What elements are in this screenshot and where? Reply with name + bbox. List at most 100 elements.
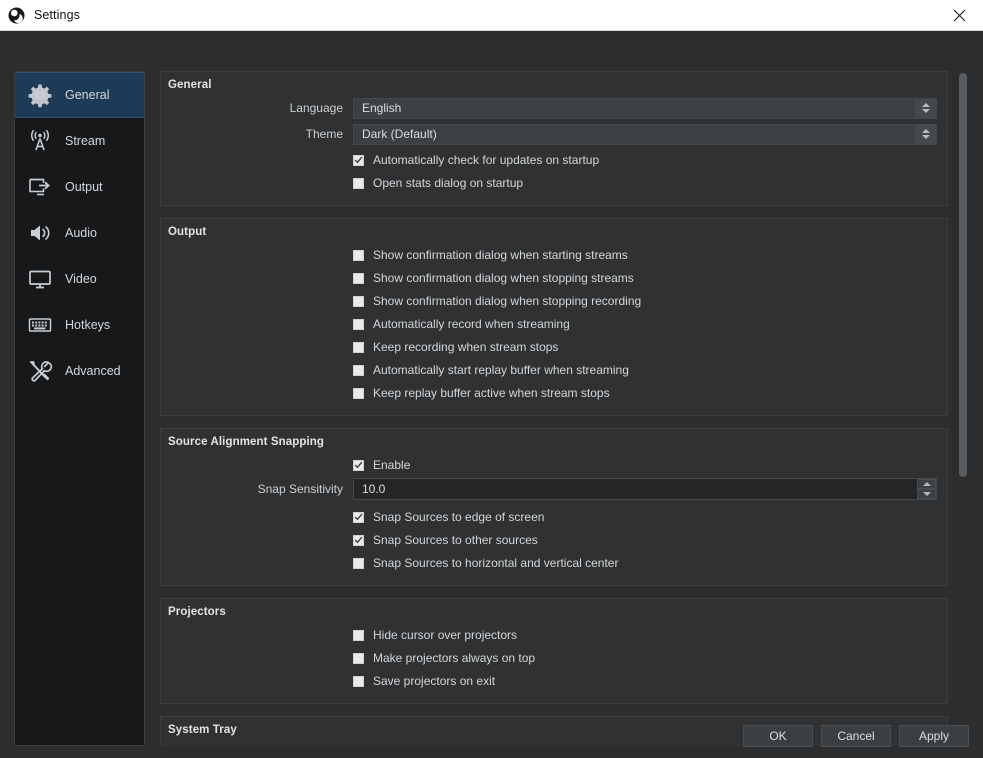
snap-sensitivity-row: Snap Sensitivity 10.0	[167, 477, 937, 501]
language-row: Language English	[167, 97, 937, 119]
scrollbar-thumb[interactable]	[959, 73, 967, 477]
close-icon[interactable]	[936, 0, 983, 30]
chevron-updown-icon[interactable]	[915, 124, 936, 144]
group-source-alignment-snapping: Source Alignment Snapping Enable Snap Se…	[160, 428, 948, 586]
theme-label: Theme	[305, 127, 343, 141]
checkbox-snap-other-sources[interactable]	[353, 534, 364, 546]
checkbox-confirm-start-stream[interactable]	[353, 249, 364, 261]
checkbox-auto-record-streaming[interactable]	[353, 318, 364, 330]
vertical-scrollbar[interactable]	[957, 71, 969, 746]
checkbox-snap-edge-of-screen[interactable]	[353, 511, 364, 523]
checkbox-hide-cursor[interactable]	[353, 629, 364, 641]
checkbox-label[interactable]: Show confirmation dialog when starting s…	[373, 248, 628, 262]
checkbox-row: Show confirmation dialog when stopping s…	[167, 267, 937, 289]
checkbox-label[interactable]: Automatically check for updates on start…	[373, 153, 599, 167]
snap-sensitivity-value: 10.0	[362, 482, 386, 496]
checkbox-row: Show confirmation dialog when stopping r…	[167, 290, 937, 312]
tools-icon	[26, 357, 54, 385]
sidebar-item-general[interactable]: General	[15, 72, 144, 118]
checkbox-label[interactable]: Snap Sources to edge of screen	[373, 510, 544, 524]
theme-value: Dark (Default)	[362, 127, 437, 141]
sidebar-item-label: Stream	[65, 134, 106, 148]
chevron-updown-icon[interactable]	[915, 98, 936, 118]
checkbox-row: Enable	[167, 454, 937, 476]
checkbox-confirm-stop-recording[interactable]	[353, 295, 364, 307]
checkbox-confirm-stop-stream[interactable]	[353, 272, 364, 284]
checkbox-snapping-enable[interactable]	[353, 459, 364, 471]
sidebar-item-label: Audio	[65, 226, 97, 240]
checkbox-label[interactable]: Show confirmation dialog when stopping s…	[373, 271, 634, 285]
checkbox-projectors-always-on-top[interactable]	[353, 652, 364, 664]
theme-select[interactable]: Dark (Default)	[353, 123, 937, 145]
snap-sensitivity-label: Snap Sensitivity	[257, 482, 343, 496]
checkbox-label[interactable]: Open stats dialog on startup	[373, 176, 523, 190]
settings-dialog: General Stream Output Audio Video Hotkey…	[0, 31, 983, 758]
checkbox-row: Keep replay buffer active when stream st…	[167, 382, 937, 404]
checkbox-row: Automatically start replay buffer when s…	[167, 359, 937, 381]
sidebar-item-advanced[interactable]: Advanced	[15, 348, 144, 394]
checkbox-label[interactable]: Snap Sources to horizontal and vertical …	[373, 556, 618, 570]
language-value: English	[362, 101, 402, 115]
checkbox-open-stats[interactable]	[353, 177, 364, 189]
checkbox-auto-replay-buffer[interactable]	[353, 364, 364, 376]
checkbox-row: Open stats dialog on startup	[167, 172, 937, 194]
group-title: Projectors	[168, 606, 226, 618]
checkbox-label[interactable]: Automatically record when streaming	[373, 317, 570, 331]
sidebar-item-label: Output	[65, 180, 103, 194]
checkbox-label[interactable]: Hide cursor over projectors	[373, 628, 517, 642]
broadcast-icon	[26, 127, 54, 155]
spinner-buttons[interactable]	[917, 479, 936, 499]
sidebar-item-output[interactable]: Output	[15, 164, 144, 210]
checkbox-snap-center[interactable]	[353, 557, 364, 569]
checkbox-keep-recording[interactable]	[353, 341, 364, 353]
checkbox-row: Show confirmation dialog when starting s…	[167, 244, 937, 266]
checkbox-label[interactable]: Automatically start replay buffer when s…	[373, 363, 629, 377]
group-general: General Language English Theme Dark (Def…	[160, 71, 948, 206]
output-icon	[26, 173, 54, 201]
cancel-button[interactable]: Cancel	[821, 725, 891, 747]
speaker-icon	[26, 219, 54, 247]
checkbox-label[interactable]: Keep recording when stream stops	[373, 340, 558, 354]
apply-button[interactable]: Apply	[899, 725, 969, 747]
checkbox-row: Keep recording when stream stops	[167, 336, 937, 358]
checkbox-row: Save projectors on exit	[167, 670, 937, 692]
sidebar-item-audio[interactable]: Audio	[15, 210, 144, 256]
group-output: Output Show confirmation dialog when sta…	[160, 218, 948, 416]
window-title: Settings	[34, 8, 80, 22]
group-title: Output	[168, 226, 207, 238]
sidebar-item-stream[interactable]: Stream	[15, 118, 144, 164]
group-title: Source Alignment Snapping	[168, 436, 325, 448]
theme-row: Theme Dark (Default)	[167, 123, 937, 145]
spinner-down-icon[interactable]	[917, 489, 936, 499]
ok-button[interactable]: OK	[743, 725, 813, 747]
sidebar-item-hotkeys[interactable]: Hotkeys	[15, 302, 144, 348]
checkbox-save-projectors-on-exit[interactable]	[353, 675, 364, 687]
checkbox-label[interactable]: Show confirmation dialog when stopping r…	[373, 294, 641, 308]
checkbox-label[interactable]: Enable	[373, 458, 410, 472]
checkbox-label[interactable]: Save projectors on exit	[373, 674, 495, 688]
window-titlebar: Settings	[0, 0, 983, 31]
sidebar-item-video[interactable]: Video	[15, 256, 144, 302]
spinner-up-icon[interactable]	[917, 479, 936, 489]
checkbox-label[interactable]: Snap Sources to other sources	[373, 533, 538, 547]
checkbox-row: Automatically record when streaming	[167, 313, 937, 335]
sidebar-item-label: General	[65, 88, 110, 102]
checkbox-row: Snap Sources to other sources	[167, 529, 937, 551]
sidebar-item-label: Hotkeys	[65, 318, 111, 332]
checkbox-row: Hide cursor over projectors	[167, 624, 937, 646]
dialog-button-bar: OK Cancel Apply	[743, 725, 969, 747]
checkbox-auto-update[interactable]	[353, 154, 364, 166]
sidebar-item-label: Video	[65, 272, 97, 286]
checkbox-row: Snap Sources to horizontal and vertical …	[167, 552, 937, 574]
checkbox-label[interactable]: Make projectors always on top	[373, 651, 535, 665]
snap-sensitivity-input[interactable]: 10.0	[353, 478, 937, 500]
group-projectors: Projectors Hide cursor over projectors M…	[160, 598, 948, 704]
checkbox-row: Make projectors always on top	[167, 647, 937, 669]
checkbox-keep-replay-buffer[interactable]	[353, 387, 364, 399]
gear-icon	[26, 81, 54, 109]
keyboard-icon	[26, 311, 54, 339]
settings-scroll-area: General Language English Theme Dark (Def…	[160, 71, 968, 746]
language-select[interactable]: English	[353, 97, 937, 119]
language-label: Language	[289, 101, 343, 115]
checkbox-label[interactable]: Keep replay buffer active when stream st…	[373, 386, 610, 400]
